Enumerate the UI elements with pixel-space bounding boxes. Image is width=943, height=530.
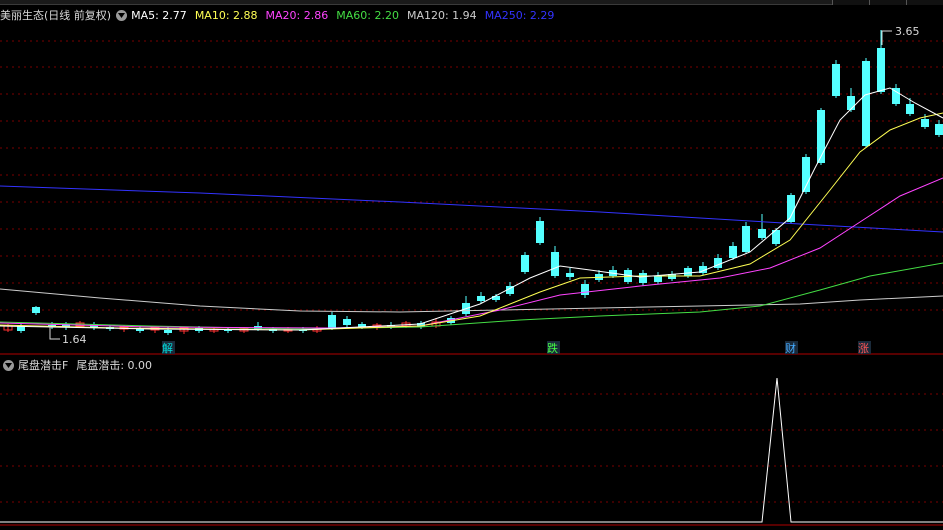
ma60-value: MA60: 2.20 (336, 8, 399, 22)
candle-body (906, 104, 914, 114)
candle-body (477, 296, 485, 301)
candle-body (742, 226, 750, 252)
indicator-title: 尾盘潜击F (18, 359, 69, 372)
ma20-value: MA20: 2.86 (265, 8, 329, 22)
chart-window: 3.65 1.64 解 跌 财 涨 美丽生态(日线 前复权) MA5: 2.77 MA10… (0, 0, 943, 530)
candle-body (684, 268, 692, 276)
main-panel-header: 美丽生态(日线 前复权) MA5: 2.77 MA10: 2.88 MA20: … (0, 6, 562, 24)
candle-body (343, 319, 351, 325)
candle-body (758, 229, 766, 238)
candle-body (847, 96, 855, 110)
candle-body (639, 273, 647, 283)
candle-body (714, 258, 722, 268)
candle-body (32, 307, 40, 313)
ma10-value: MA10: 2.88 (194, 8, 258, 22)
chevron-down-icon[interactable] (116, 9, 128, 21)
event-tag: 财 (785, 341, 796, 355)
event-tag: 解 (162, 341, 173, 355)
candle-body (566, 273, 574, 277)
candle-body (654, 276, 662, 282)
candle-body (817, 110, 825, 163)
high-price-label: 3.65 (895, 25, 920, 38)
event-tag: 跌 (547, 341, 558, 355)
ma120-value: MA120: 1.94 (406, 8, 477, 22)
candle-body (877, 48, 885, 92)
event-tag: 涨 (858, 342, 869, 355)
sub-panel-header: 尾盘潜击F 尾盘潜击: 0.00 (0, 356, 154, 374)
chevron-down-icon[interactable] (3, 359, 14, 371)
ma10-line (0, 112, 943, 331)
candle-body (832, 64, 840, 96)
candle-body (935, 124, 943, 135)
kline-chart: 3.65 1.64 解 跌 财 涨 (0, 25, 943, 526)
candle-body (521, 255, 529, 272)
candle-body (921, 119, 929, 127)
stock-title: 美丽生态(日线 前复权) (0, 9, 112, 22)
high-marker (881, 30, 892, 45)
ma250-value: MA250: 2.29 (484, 8, 555, 22)
ma120-line (0, 288, 943, 313)
indicator-line (0, 377, 943, 523)
candle-body (536, 221, 544, 243)
candle-body (328, 315, 336, 328)
ma60-line (0, 262, 943, 330)
candle-body (862, 61, 870, 146)
candle-body (729, 246, 737, 258)
candle-body (787, 195, 795, 222)
ma5-value: MA5: 2.77 (131, 8, 187, 22)
indicator-value: 尾盘潜击: 0.00 (76, 359, 153, 372)
ma5-line (0, 87, 943, 331)
low-price-label: 1.64 (62, 333, 87, 346)
candle-body (551, 252, 559, 276)
ma20-line (0, 177, 943, 329)
candle-body (164, 330, 172, 333)
candle-body (581, 284, 589, 295)
